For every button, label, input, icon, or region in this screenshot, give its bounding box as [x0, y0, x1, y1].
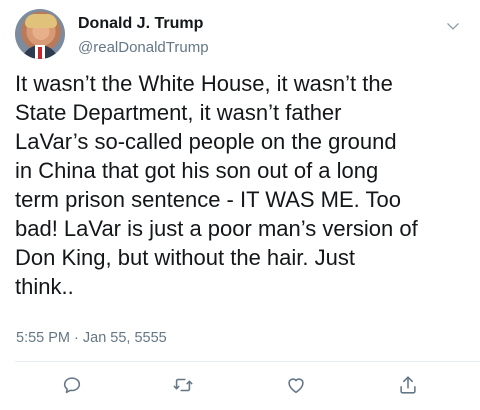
avatar-hair	[25, 14, 57, 28]
reply-icon[interactable]	[59, 372, 85, 398]
author-name[interactable]: Donald J. Trump	[78, 15, 203, 33]
author-handle[interactable]: @realDonaldTrump	[78, 39, 209, 56]
avatar-tie	[38, 47, 42, 59]
tweet-text: It wasn’t the White House, it wasn’t the…	[15, 71, 418, 299]
tweet-header: Donald J. Trump @realDonaldTrump	[15, 9, 465, 61]
chevron-down-icon[interactable]	[442, 15, 464, 37]
tweet-timestamp[interactable]: 5:55 PM · Jan 55, 5555	[16, 330, 167, 346]
avatar[interactable]	[15, 9, 65, 59]
tweet-actions	[0, 362, 480, 410]
retweet-icon[interactable]	[170, 372, 196, 398]
heart-icon[interactable]	[283, 372, 309, 398]
tweet: Donald J. Trump @realDonaldTrump It wasn…	[0, 0, 480, 410]
share-icon[interactable]	[395, 372, 421, 398]
